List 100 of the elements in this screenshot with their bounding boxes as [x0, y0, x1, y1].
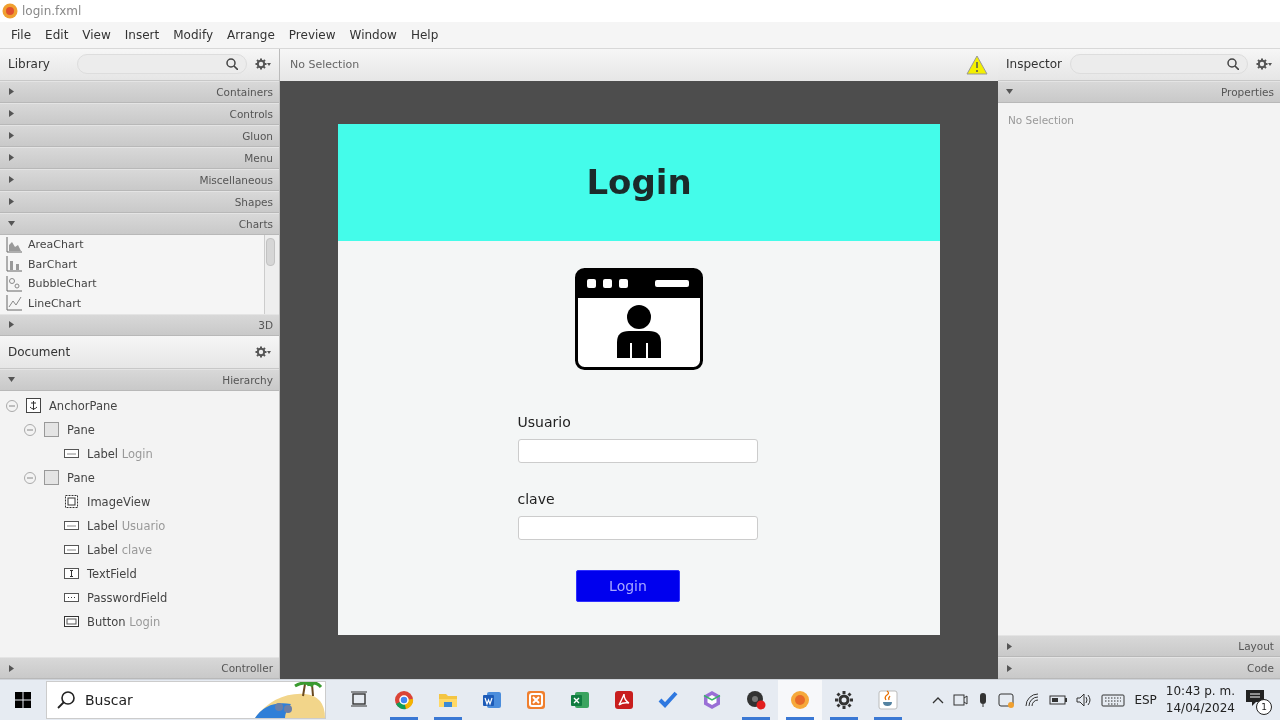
menu-item[interactable]: Arrange — [220, 27, 282, 42]
input-field[interactable] — [517, 438, 758, 463]
area-chart-icon — [6, 236, 22, 253]
settings-icon[interactable] — [255, 58, 271, 71]
cube-app-icon[interactable] — [702, 690, 722, 710]
tree-item[interactable]: TextField — [87, 566, 137, 581]
task-view-icon[interactable] — [350, 690, 370, 710]
collapse-arrow-icon[interactable] — [1006, 88, 1013, 96]
category-header[interactable]: Gluon — [242, 129, 273, 142]
tree-item[interactable]: ImageView — [87, 494, 151, 509]
square-cross-app-icon[interactable] — [526, 690, 546, 710]
tree-item[interactable]: Label Login — [87, 446, 153, 461]
menu-item[interactable]: File — [4, 27, 39, 42]
collapse-toggle-icon[interactable] — [24, 423, 36, 436]
recorder-app-icon[interactable] — [746, 690, 766, 710]
pane-node-icon — [44, 470, 59, 486]
tree-item[interactable]: Pane — [67, 470, 95, 485]
tree-item[interactable]: Button Login — [87, 614, 161, 629]
tree-item[interactable]: Pane — [67, 422, 95, 437]
round-app-icon[interactable] — [790, 690, 810, 710]
selection-status: No Selection — [290, 58, 360, 72]
library-item[interactable]: BarChart — [28, 257, 78, 271]
expand-arrow-icon[interactable] — [8, 321, 15, 329]
spreadsheet-app-icon[interactable] — [570, 690, 590, 710]
field-label: Usuario — [517, 413, 572, 430]
collapse-arrow-icon[interactable] — [8, 376, 15, 384]
category-header[interactable]: Controls — [229, 107, 273, 120]
search-field[interactable] — [77, 54, 247, 75]
tree-item[interactable]: PasswordField — [87, 590, 168, 605]
collapse-toggle-icon[interactable] — [6, 399, 18, 412]
expand-arrow-icon[interactable] — [1006, 664, 1013, 672]
expand-arrow-icon[interactable] — [8, 664, 15, 672]
category-header[interactable]: Charts — [238, 217, 273, 230]
warning-icon[interactable] — [966, 54, 988, 75]
start-icon[interactable] — [15, 692, 31, 708]
expand-arrow-icon[interactable] — [8, 88, 15, 96]
menu-item[interactable]: Edit — [38, 27, 76, 42]
checkmark-app-icon[interactable] — [658, 690, 678, 710]
expand-arrow-icon[interactable] — [1006, 642, 1013, 650]
category-header[interactable]: Menu — [244, 151, 273, 164]
category-header[interactable]: Containers — [216, 85, 273, 98]
menu-item[interactable]: Window — [342, 27, 404, 42]
tree-item[interactable]: Label Usuario — [87, 518, 166, 533]
clock-time[interactable]: 10:43 p. m. — [1165, 683, 1235, 700]
chevron-up-icon[interactable] — [932, 695, 945, 705]
library-item[interactable]: LineChart — [28, 296, 82, 310]
tree-item[interactable]: Label clave — [87, 542, 153, 557]
search-field[interactable] — [1070, 54, 1248, 75]
bubble-chart-icon — [6, 275, 22, 292]
clock-date[interactable]: 14/04/2024 — [1165, 700, 1235, 717]
menu-item[interactable]: View — [75, 27, 118, 42]
menu-item[interactable]: Insert — [117, 27, 167, 42]
category-header[interactable]: 3D — [258, 318, 273, 331]
language-indicator[interactable]: ESP — [1134, 693, 1157, 707]
scrollbar-thumb[interactable] — [266, 237, 275, 266]
category-header[interactable]: Shapes — [234, 195, 273, 208]
tree-item[interactable]: AnchorPane — [49, 398, 118, 413]
browser-icon[interactable] — [394, 690, 414, 710]
library-item[interactable]: AreaChart — [28, 238, 84, 252]
user-window-icon — [575, 267, 703, 370]
expand-arrow-icon[interactable] — [8, 198, 15, 206]
category-header[interactable]: Miscellaneous — [199, 173, 273, 186]
collapse-toggle-icon[interactable] — [24, 471, 36, 484]
section-header[interactable]: Properties — [1220, 85, 1274, 98]
settings-icon[interactable] — [834, 690, 854, 710]
line-chart-icon — [6, 295, 22, 312]
document-app-icon[interactable] — [482, 690, 502, 710]
library-item[interactable]: BubbleChart — [28, 277, 97, 291]
expand-arrow-icon[interactable] — [8, 110, 15, 118]
pane-node-icon — [44, 422, 59, 438]
section-header[interactable]: Controller — [221, 662, 273, 674]
textfield-node-icon — [64, 566, 79, 582]
camera-icon[interactable] — [953, 692, 969, 708]
wifi-icon[interactable] — [1024, 692, 1041, 708]
login-button[interactable]: Login — [576, 569, 680, 602]
beach-drawing — [255, 682, 325, 718]
section-header[interactable]: Code — [1247, 662, 1274, 674]
speaker-icon[interactable] — [1076, 692, 1093, 708]
menu-item[interactable]: Modify — [166, 27, 220, 42]
panel-title: Document — [8, 344, 72, 359]
menu-item[interactable]: Help — [403, 27, 446, 42]
battery-icon[interactable] — [1049, 692, 1068, 708]
keyboard-icon[interactable] — [1101, 691, 1126, 709]
search-icon — [1227, 58, 1239, 71]
menu-item[interactable]: Preview — [281, 27, 343, 42]
settings-icon[interactable] — [255, 345, 271, 358]
panel-title: Inspector — [1006, 57, 1062, 72]
expand-arrow-icon[interactable] — [8, 176, 15, 184]
section-header[interactable]: Layout — [1238, 640, 1274, 652]
expand-arrow-icon[interactable] — [8, 154, 15, 162]
app-logo-icon — [2, 2, 18, 19]
screen-icon[interactable] — [998, 691, 1016, 709]
pdf-app-icon[interactable] — [614, 690, 634, 710]
expand-arrow-icon[interactable] — [8, 132, 15, 140]
section-header[interactable]: Hierarchy — [222, 373, 273, 386]
taskbar-search[interactable]: Buscar — [46, 681, 326, 719]
settings-icon[interactable] — [1256, 58, 1272, 71]
input-field[interactable] — [517, 515, 758, 540]
coffee-cup-app-icon[interactable] — [878, 690, 898, 710]
collapse-arrow-icon[interactable] — [8, 220, 15, 228]
